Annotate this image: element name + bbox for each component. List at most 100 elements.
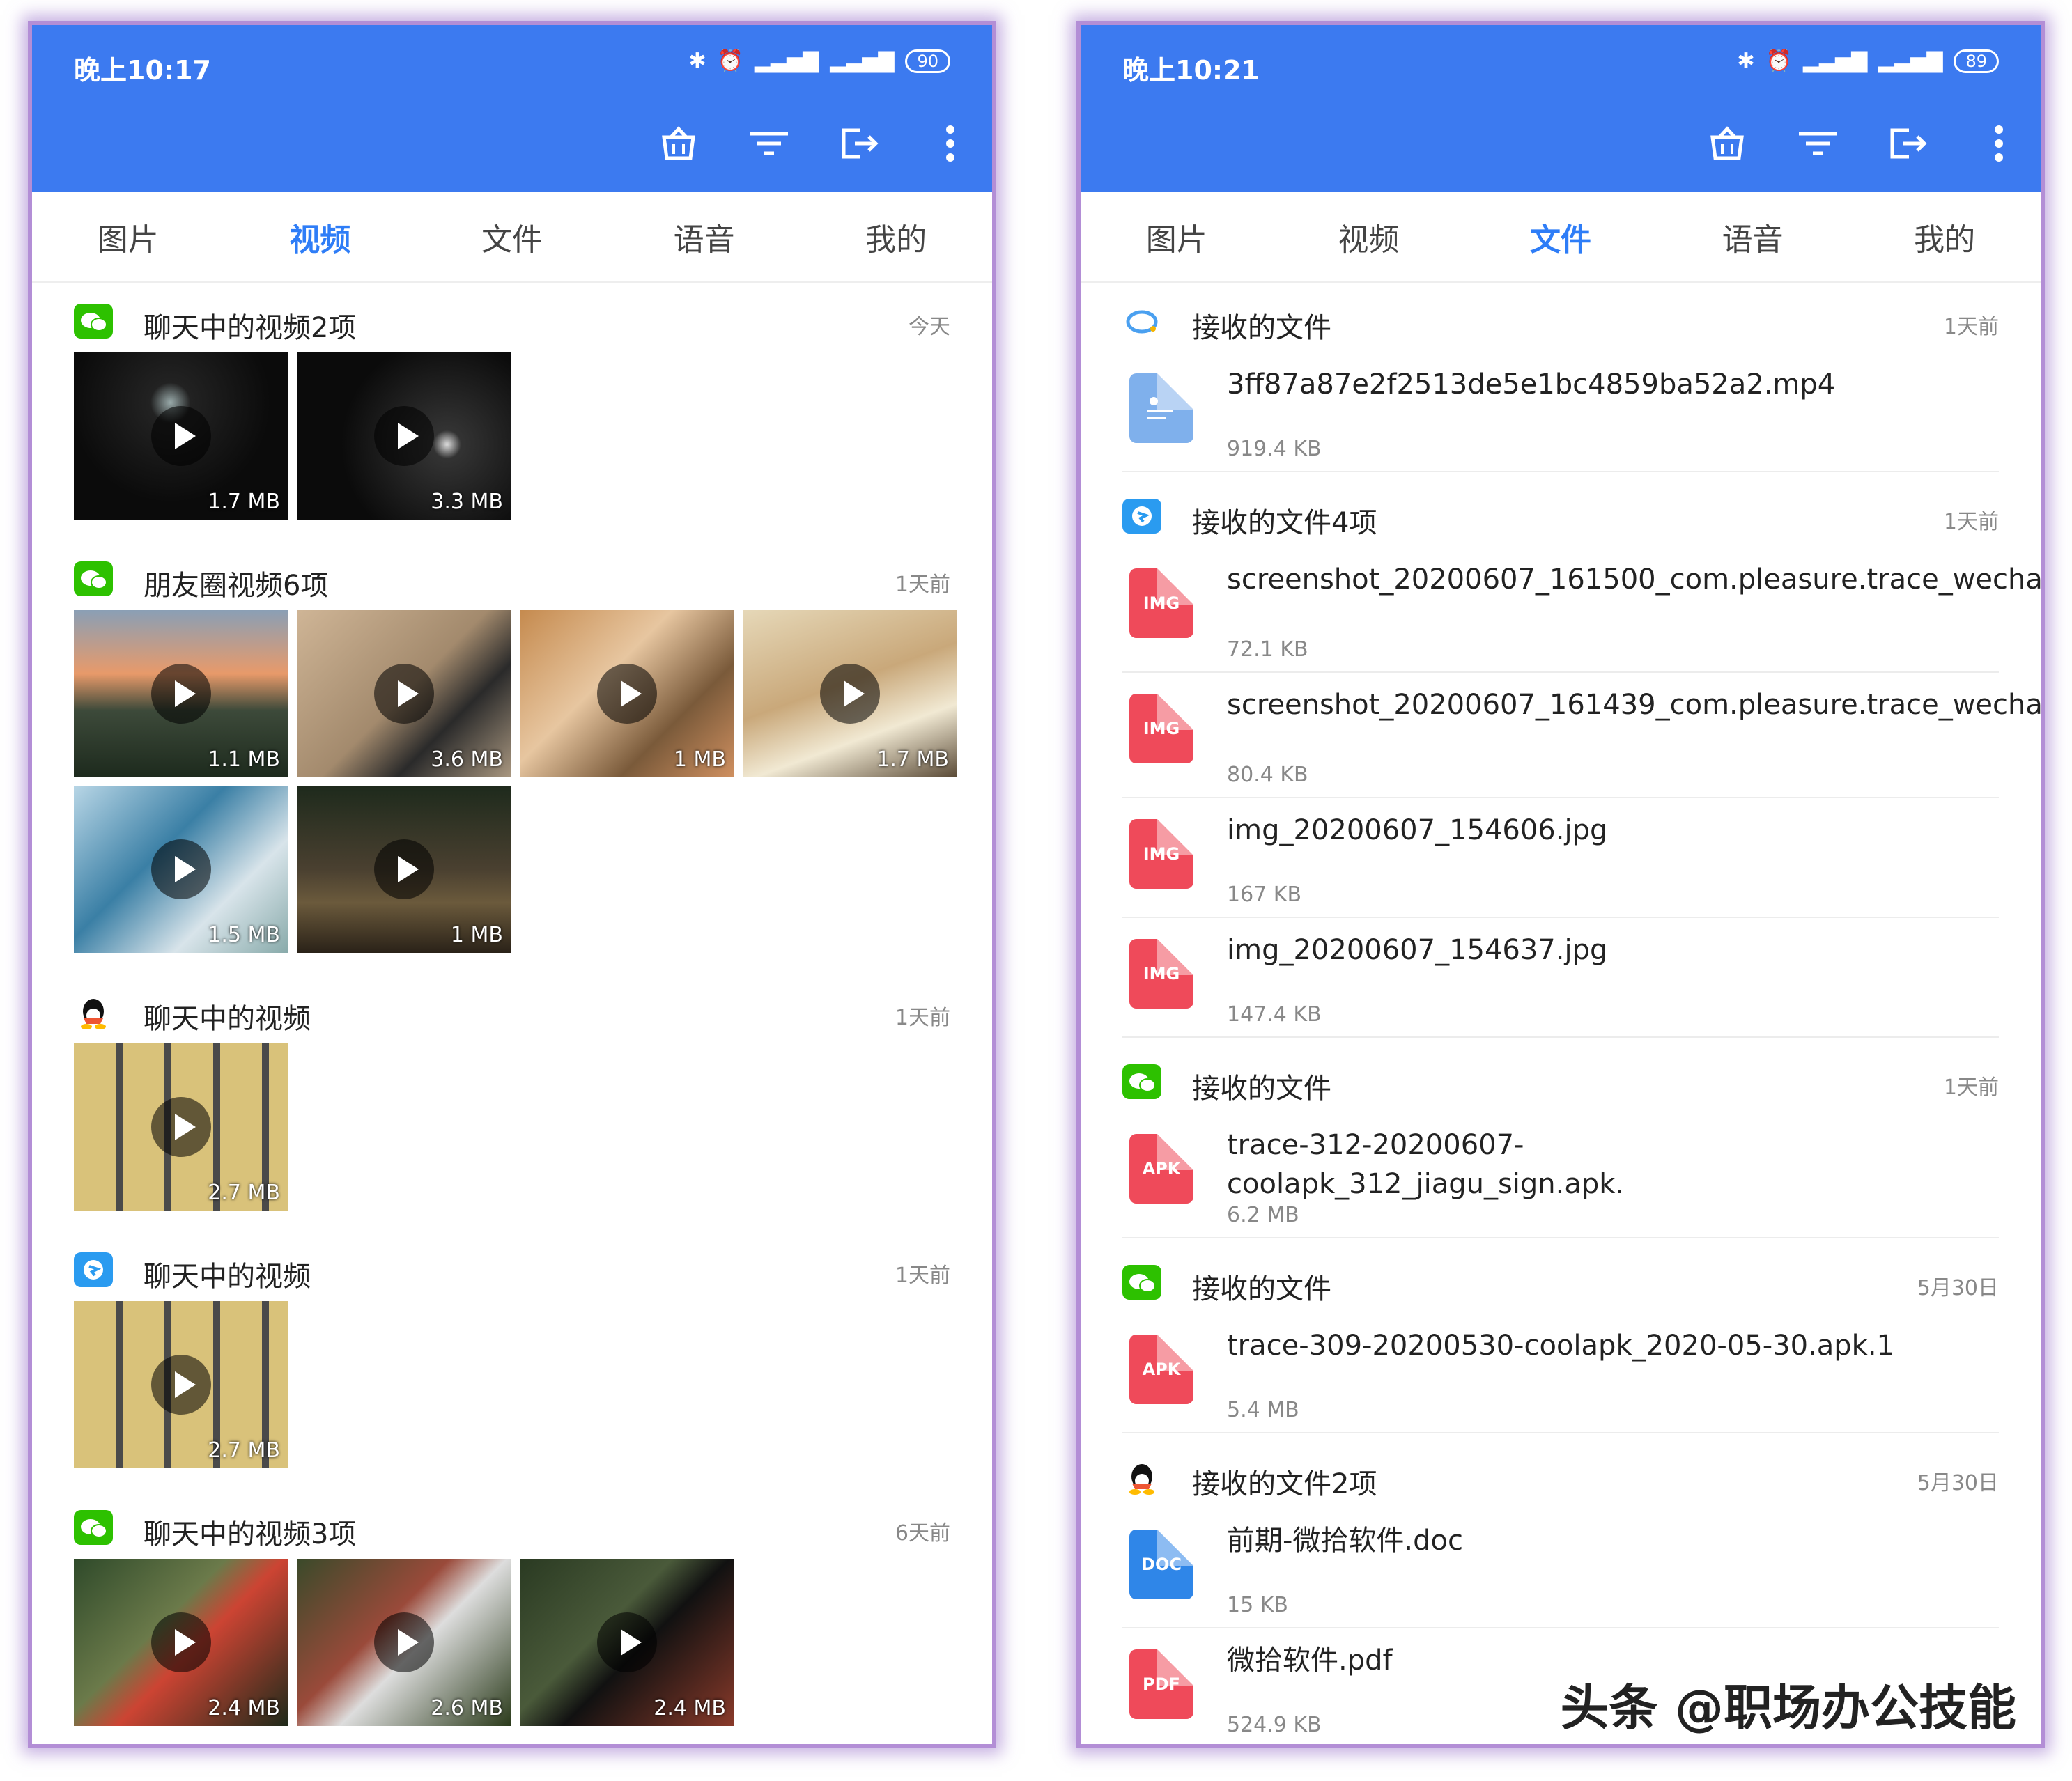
toolbar <box>1706 123 2020 164</box>
export-icon[interactable] <box>1887 123 1929 164</box>
group-header[interactable]: 接收的文件 1天前 <box>1081 290 2041 352</box>
file-row[interactable]: DOC 前期-微拾软件.doc 15 KB <box>1122 1509 1999 1628</box>
apk-file-icon: APK <box>1129 1335 1193 1404</box>
group-header[interactable]: 接收的文件4项 1天前 <box>1081 485 2041 547</box>
file-row[interactable]: IMG screenshot_20200607_161500_com.pleas… <box>1122 547 2041 673</box>
file-row[interactable]: IMG screenshot_20200607_161439_com.pleas… <box>1122 673 2041 798</box>
tab-mine[interactable]: 我的 <box>1914 215 1975 259</box>
video-size: 3.6 MB <box>431 747 503 772</box>
export-icon[interactable] <box>839 123 881 164</box>
wechat-icon <box>74 304 113 339</box>
section-title: 聊天中的视频3项 <box>144 1518 357 1550</box>
file-name: img_20200607_154637.jpg <box>1227 934 1608 966</box>
video-thumbnail[interactable]: 1.7 MB <box>743 610 957 777</box>
tab-videos[interactable]: 视频 <box>1338 215 1399 259</box>
browser-icon <box>1122 304 1161 339</box>
clean-basket-icon[interactable] <box>1706 123 1748 164</box>
image-file-icon: IMG <box>1129 819 1193 889</box>
play-icon <box>374 1612 434 1672</box>
video-thumbnail[interactable]: 1.7 MB <box>74 352 288 520</box>
section-header[interactable]: 朋友圈视频6项 1天前 <box>32 547 992 610</box>
group-title: 接收的文件 <box>1192 1273 1331 1305</box>
video-thumbnail[interactable]: 1 MB <box>297 786 511 953</box>
video-thumbnail[interactable]: 2.4 MB <box>74 1559 288 1726</box>
clean-basket-icon[interactable] <box>658 123 699 164</box>
file-size: 5.4 MB <box>1227 1398 1299 1422</box>
top-bar: 晚上10:21 ✱ ⏰ ▂▃▅▇ ▂▃▅▇ 89 <box>1081 25 2041 192</box>
tab-files[interactable]: 文件 <box>1530 215 1591 259</box>
tab-videos[interactable]: 视频 <box>289 215 350 259</box>
file-size: 15 KB <box>1227 1593 1288 1617</box>
apk-file-icon: APK <box>1129 1134 1193 1204</box>
file-size: 167 KB <box>1227 882 1302 907</box>
category-tabs: 图片 视频 文件 语音 我的 <box>32 192 992 283</box>
doc-file-icon: DOC <box>1129 1530 1193 1599</box>
left-phone-screen: 晚上10:17 ✱ ⏰ ▂▃▅▇ ▂▃▅▇ 90 图片 视频 文件 语音 我的 … <box>28 21 996 1748</box>
video-thumbnail[interactable]: 1 MB <box>520 610 734 777</box>
signal-icon: ▂▃▅▇ <box>754 49 819 73</box>
group-header[interactable]: 接收的文件 5月30日 <box>1081 1251 2041 1314</box>
tab-images[interactable]: 图片 <box>98 215 159 259</box>
file-row[interactable]: APK trace-312-20200607-coolapk_312_jiagu… <box>1122 1113 1999 1238</box>
section-header[interactable]: 聊天中的视频2项 今天 <box>32 290 992 352</box>
video-thumbnail[interactable]: 3.3 MB <box>297 352 511 520</box>
section-title: 聊天中的视频 <box>144 1003 311 1035</box>
video-size: 2.4 MB <box>208 1696 280 1720</box>
filter-icon[interactable] <box>1797 123 1839 164</box>
file-row[interactable]: APK trace-309-20200530-coolapk_2020-05-3… <box>1122 1314 1999 1433</box>
file-row[interactable]: 3ff87a87e2f2513de5e1bc4859ba52a2.mp4 919… <box>1122 352 1999 472</box>
tab-mine[interactable]: 我的 <box>865 215 927 259</box>
file-row[interactable]: IMG img_20200607_154606.jpg 167 KB <box>1122 798 1999 918</box>
watermark: 头条 @职场办公技能 <box>1560 1679 2016 1736</box>
file-size: 6.2 MB <box>1227 1203 1299 1227</box>
file-name: trace-309-20200530-coolapk_2020-05-30.ap… <box>1227 1330 1895 1362</box>
tab-voice[interactable]: 语音 <box>674 215 735 259</box>
more-icon[interactable] <box>929 123 971 164</box>
wechat-icon <box>74 561 113 596</box>
section-header[interactable]: 聊天中的视频3项 6天前 <box>32 1496 992 1559</box>
thumb-grid: 2.7 MB <box>74 1301 973 1468</box>
dingtalk-icon <box>1122 499 1161 534</box>
video-size: 3.3 MB <box>431 490 503 514</box>
file-size: 80.4 KB <box>1227 763 1308 787</box>
play-icon <box>151 1612 211 1672</box>
tab-images[interactable]: 图片 <box>1146 215 1207 259</box>
alarm-icon: ⏰ <box>717 49 743 73</box>
file-name: 3ff87a87e2f2513de5e1bc4859ba52a2.mp4 <box>1227 368 1836 400</box>
video-thumbnail[interactable]: 2.4 MB <box>520 1559 734 1726</box>
filter-icon[interactable] <box>748 123 790 164</box>
image-file-icon: IMG <box>1129 568 1193 638</box>
video-thumbnail[interactable]: 2.6 MB <box>297 1559 511 1726</box>
tab-files[interactable]: 文件 <box>481 215 543 259</box>
battery-icon: 90 <box>905 49 950 73</box>
file-list: 接收的文件 1天前 3ff87a87e2f2513de5e1bc4859ba52… <box>1081 290 2041 1744</box>
file-row[interactable]: IMG img_20200607_154637.jpg 147.4 KB <box>1122 918 1999 1038</box>
section-date: 1天前 <box>895 1006 950 1030</box>
toolbar <box>658 123 971 164</box>
section-header[interactable]: 聊天中的视频 1天前 <box>32 1238 992 1301</box>
section-title: 聊天中的视频 <box>144 1261 311 1293</box>
top-bar: 晚上10:17 ✱ ⏰ ▂▃▅▇ ▂▃▅▇ 90 <box>32 25 992 192</box>
video-thumbnail[interactable]: 2.7 MB <box>74 1043 288 1211</box>
image-file-icon: IMG <box>1129 939 1193 1009</box>
video-thumbnail[interactable]: 1.5 MB <box>74 786 288 953</box>
file-size: 524.9 KB <box>1227 1713 1322 1737</box>
group-header[interactable]: 接收的文件2项 5月30日 <box>1081 1446 2041 1509</box>
section-header[interactable]: 聊天中的视频 1天前 <box>32 981 992 1043</box>
video-size: 1.7 MB <box>876 747 949 772</box>
tab-voice[interactable]: 语音 <box>1722 215 1784 259</box>
more-icon[interactable] <box>1978 123 2020 164</box>
play-icon <box>597 664 657 724</box>
video-thumbnail[interactable]: 1.1 MB <box>74 610 288 777</box>
video-thumbnail[interactable]: 2.7 MB <box>74 1301 288 1468</box>
video-size: 2.6 MB <box>431 1696 503 1720</box>
thumb-grid: 2.7 MB <box>74 1043 973 1211</box>
play-icon <box>151 1097 211 1157</box>
section-title: 聊天中的视频2项 <box>144 312 357 344</box>
wechat-icon <box>1122 1265 1161 1300</box>
signal-icon: ▂▃▅▇ <box>1802 49 1868 73</box>
group-header[interactable]: 接收的文件 1天前 <box>1081 1050 2041 1113</box>
play-icon <box>151 839 211 899</box>
video-thumbnail[interactable]: 3.6 MB <box>297 610 511 777</box>
signal-icon: ▂▃▅▇ <box>1878 49 1943 73</box>
